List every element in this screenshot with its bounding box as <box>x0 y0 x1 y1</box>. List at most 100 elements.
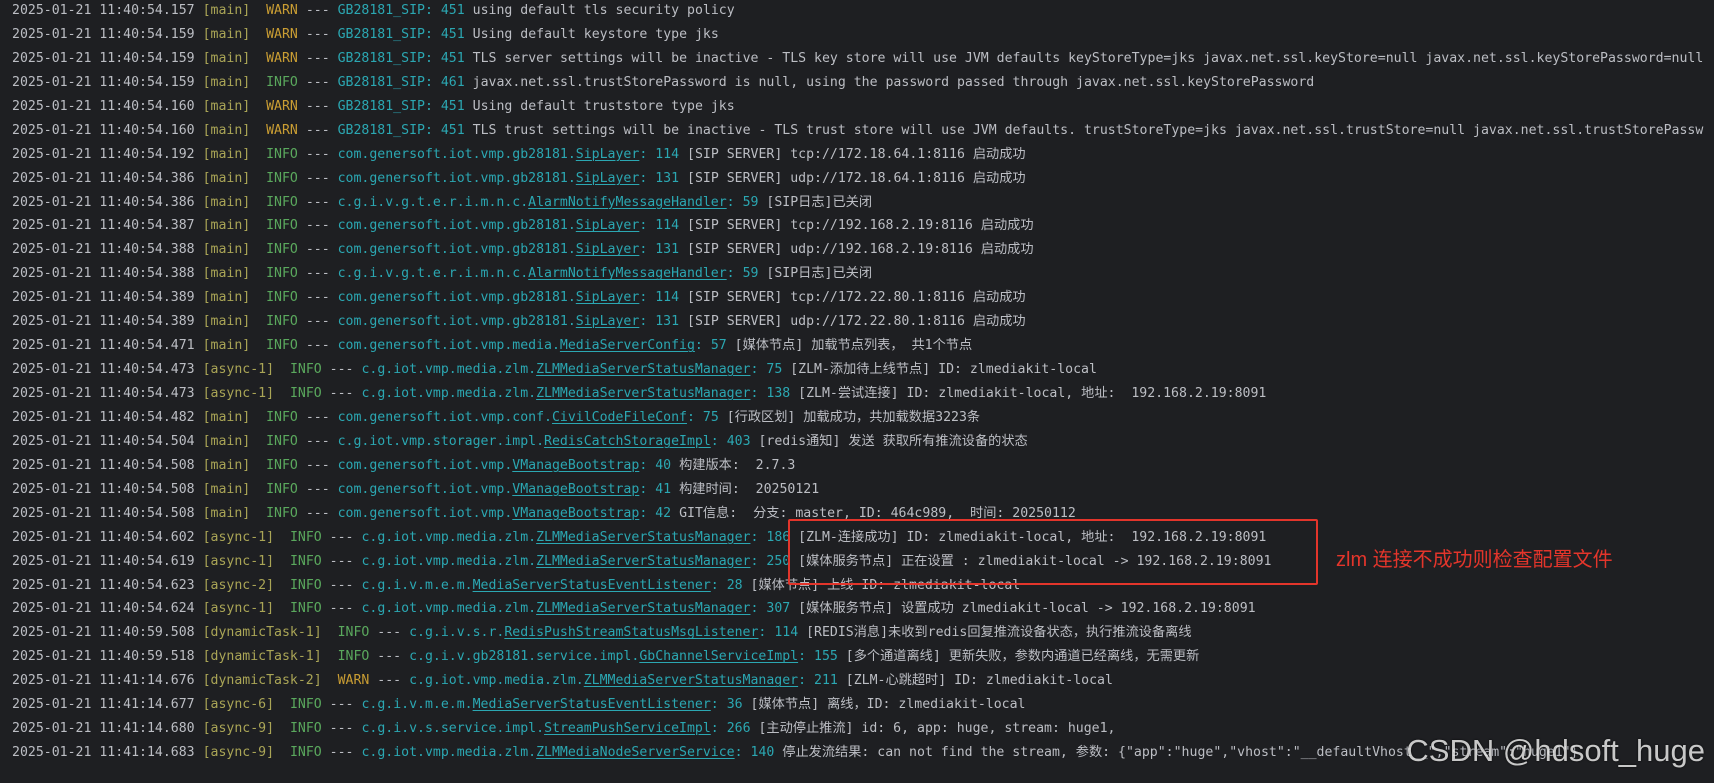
log-line: 2025-01-21 11:40:54.389 [main] INFO --- … <box>12 286 1714 310</box>
log-separator: --- <box>305 170 330 186</box>
log-message: using default tls security policy <box>472 3 735 18</box>
logger-class-link[interactable]: VManageBootstrap <box>512 482 639 497</box>
log-timestamp: 2025-01-21 11:40:54.504 <box>12 433 195 449</box>
logger-class-link[interactable]: ZLMMediaServerStatusManager <box>536 362 750 377</box>
log-line: 2025-01-21 11:40:54.389 [main] INFO --- … <box>12 310 1714 334</box>
log-separator: --- <box>305 457 330 473</box>
log-thread: [dynamicTask-2] <box>202 673 322 689</box>
log-thread: [main] <box>202 314 251 330</box>
log-thread: [async-1] <box>202 529 275 545</box>
logger-class-link[interactable]: SipLayer <box>576 314 640 329</box>
logger-class-link[interactable]: VManageBootstrap <box>512 506 639 521</box>
log-thread: [main] <box>202 338 251 354</box>
log-level: INFO <box>337 649 370 665</box>
log-separator: --- <box>305 481 330 497</box>
log-level: INFO <box>337 625 370 641</box>
watermark: CSDN @hdsoft_huge <box>1406 733 1705 768</box>
logger-colon: : <box>726 266 735 282</box>
logger-class-link[interactable]: CivilCodeFileConf <box>552 410 687 425</box>
log-level: INFO <box>289 721 322 737</box>
log-line-number: 114 <box>655 218 680 234</box>
log-line-number: 57 <box>710 338 727 354</box>
log-message: javax.net.ssl.trustStorePassword is null… <box>472 74 1315 90</box>
log-level: WARN <box>266 122 298 138</box>
log-timestamp: 2025-01-21 11:41:14.676 <box>12 673 195 689</box>
log-line-number: 75 <box>766 362 783 378</box>
log-line-number: 114 <box>774 625 799 641</box>
logger-class-link[interactable]: ZLMMediaServerStatusManager <box>584 673 798 688</box>
logger-class-link[interactable]: ZLMMediaNodeServerService <box>536 745 735 760</box>
logger-class-link[interactable]: RedisPushStreamStatusMsgListener <box>504 625 758 640</box>
log-thread: [async-1] <box>202 386 275 401</box>
log-timestamp: 2025-01-21 11:40:54.159 <box>12 26 195 42</box>
logger-package: c.g.iot.vmp.media.zlm. <box>361 745 537 761</box>
log-separator: --- <box>377 673 402 689</box>
log-message: [SIP SERVER] tcp://172.22.80.1:8116 启动成功 <box>687 290 1026 306</box>
logger-package: c.g.i.v.s.service.impl. <box>361 721 545 737</box>
logger-colon: : <box>750 362 759 378</box>
log-level: INFO <box>289 553 322 569</box>
logger-class-link[interactable]: MediaServerStatusEventListener <box>473 578 711 593</box>
log-line-number: 131 <box>655 170 680 186</box>
log-line: 2025-01-21 11:40:54.388 [main] INFO --- … <box>12 238 1714 262</box>
logger-class-link[interactable]: SipLayer <box>576 218 640 233</box>
log-output[interactable]: 2025-01-21 11:40:54.157 [main] WARN --- … <box>12 0 1714 765</box>
logger-class-link[interactable]: StreamPushServiceImpl <box>544 721 711 736</box>
logger-class-link[interactable]: SipLayer <box>576 290 640 305</box>
logger-class-link[interactable]: ZLMMediaServerStatusManager <box>536 601 750 616</box>
log-message: [媒体节点] 加载节点列表， 共1个节点 <box>734 338 973 354</box>
log-timestamp: 2025-01-21 11:40:54.386 <box>12 170 195 186</box>
logger-colon: : <box>639 505 648 521</box>
log-line-number: 186 <box>766 529 791 545</box>
log-line: 2025-01-21 11:40:54.624 [async-1] INFO -… <box>12 597 1714 621</box>
log-timestamp: 2025-01-21 11:41:14.677 <box>12 697 195 713</box>
log-line: 2025-01-21 11:40:54.159 [main] WARN --- … <box>12 23 1714 47</box>
logger-colon: : <box>424 50 433 66</box>
logger-package: c.g.iot.vmp.media.zlm. <box>361 362 537 378</box>
logger-colon: : <box>424 74 433 90</box>
logger-class-link[interactable]: GbChannelServiceImpl <box>639 649 798 664</box>
log-line-number: 114 <box>655 146 680 162</box>
logger-class-link[interactable]: VManageBootstrap <box>512 458 639 473</box>
log-line: 2025-01-21 11:40:54.157 [main] WARN --- … <box>12 0 1714 23</box>
logger-package: c.g.i.v.s.r. <box>409 625 505 641</box>
log-timestamp: 2025-01-21 11:40:54.159 <box>12 74 195 90</box>
logger-colon: : <box>639 290 648 306</box>
log-timestamp: 2025-01-21 11:40:54.388 <box>12 266 195 282</box>
log-timestamp: 2025-01-21 11:40:54.387 <box>12 218 195 234</box>
logger-class-link[interactable]: SipLayer <box>576 242 640 257</box>
logger-class-link[interactable]: AlarmNotifyMessageHandler <box>528 195 727 210</box>
logger-class-link[interactable]: SipLayer <box>576 147 640 162</box>
log-thread: [main] <box>202 98 251 114</box>
logger-class-link[interactable]: MediaServerStatusEventListener <box>473 697 711 712</box>
logger-class-link[interactable]: AlarmNotifyMessageHandler <box>528 266 727 281</box>
log-level: INFO <box>266 290 298 306</box>
logger-colon: : <box>710 577 719 593</box>
log-timestamp: 2025-01-21 11:40:54.388 <box>12 242 195 258</box>
log-timestamp: 2025-01-21 11:41:14.683 <box>12 745 195 761</box>
logger-package: com.genersoft.iot.vmp.media. <box>337 338 560 354</box>
log-separator: --- <box>329 362 354 378</box>
log-line: 2025-01-21 11:40:54.508 [main] INFO --- … <box>12 454 1714 478</box>
logger-package: com.genersoft.iot.vmp.gb28181. <box>337 314 576 330</box>
logger-class-link[interactable]: ZLMMediaServerStatusManager <box>536 554 750 569</box>
logger-package: c.g.iot.vmp.media.zlm. <box>361 601 537 617</box>
logger-package: com.genersoft.iot.vmp.gb28181. <box>337 218 576 234</box>
logger-class-link[interactable]: ZLMMediaServerStatusManager <box>536 386 750 401</box>
log-separator: --- <box>329 386 354 401</box>
log-line-number: 451 <box>440 50 465 66</box>
logger-class-link[interactable]: MediaServerConfig <box>560 338 695 353</box>
logger-class-link[interactable]: ZLMMediaServerStatusManager <box>536 530 750 545</box>
logger-class-link[interactable]: RedisCatchStorageImpl <box>544 434 711 449</box>
logger-colon: : <box>424 3 433 18</box>
log-message: [ZLM-尝试连接] ID: zlmediakit-local, 地址: 192… <box>798 386 1267 401</box>
log-level: INFO <box>266 170 298 186</box>
log-timestamp: 2025-01-21 11:40:54.192 <box>12 146 195 162</box>
log-separator: --- <box>329 553 354 569</box>
log-timestamp: 2025-01-21 11:40:54.386 <box>12 194 195 210</box>
log-level: WARN <box>337 673 370 689</box>
log-timestamp: 2025-01-21 11:40:54.159 <box>12 50 195 66</box>
log-line: 2025-01-21 11:40:54.482 [main] INFO --- … <box>12 406 1714 430</box>
log-separator: --- <box>305 146 330 162</box>
logger-class-link[interactable]: SipLayer <box>576 171 640 186</box>
